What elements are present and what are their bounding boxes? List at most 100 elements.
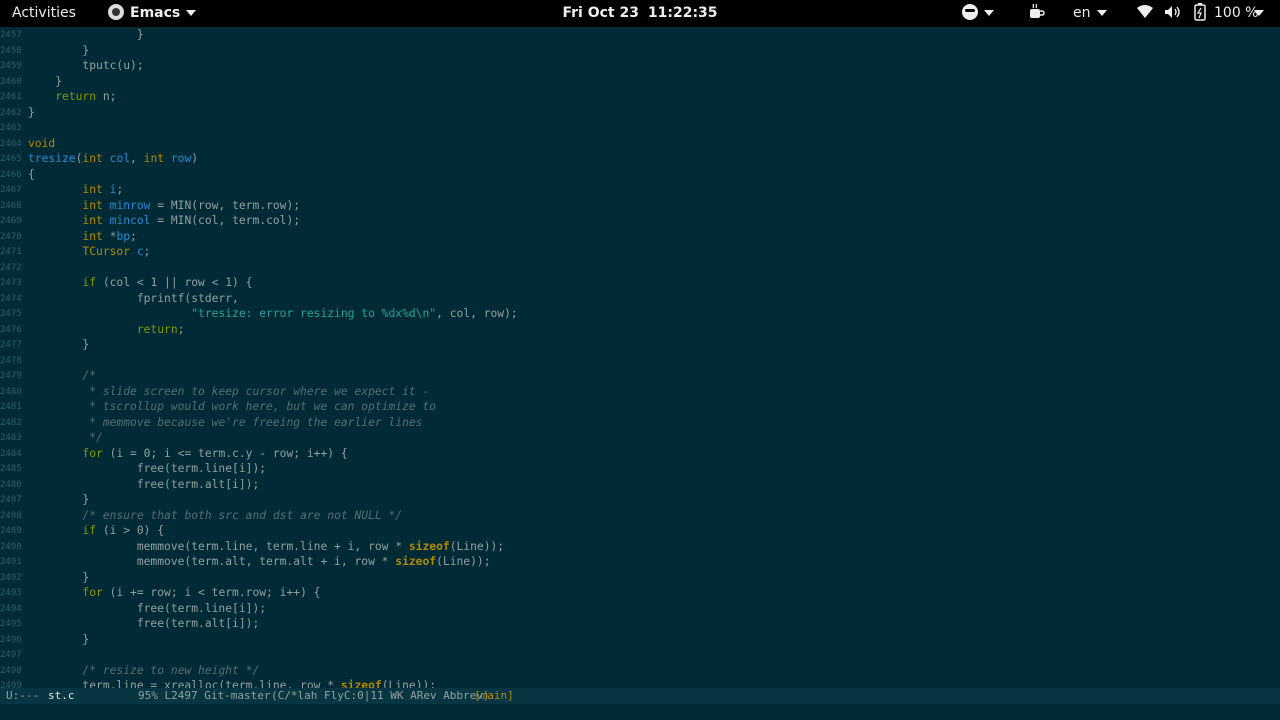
code-line[interactable]: 2466 { xyxy=(0,167,1280,183)
code-line[interactable]: 2491 memmove(term.alt, term.alt + i, row… xyxy=(0,554,1280,570)
token-plain: (Line)); xyxy=(381,679,437,688)
code-line[interactable]: 2463 xyxy=(0,120,1280,136)
code-line[interactable]: 2485 free(term.line[i]); xyxy=(0,461,1280,477)
code-line[interactable]: 2494 free(term.line[i]); xyxy=(0,601,1280,617)
token-plain: } xyxy=(28,338,90,351)
code-line[interactable]: 2479 /* xyxy=(0,368,1280,384)
line-number: 2469 xyxy=(0,216,22,226)
code-line[interactable]: 2468 int minrow = MIN(row, term.row); xyxy=(0,198,1280,214)
code-line[interactable]: 2492 } xyxy=(0,570,1280,586)
line-number: 2481 xyxy=(0,402,22,412)
code-line[interactable]: 2467 int i; xyxy=(0,182,1280,198)
buffer-name[interactable]: st.c xyxy=(48,688,75,704)
code-line[interactable]: 2493 for (i += row; i < term.row; i++) { xyxy=(0,585,1280,601)
code-line[interactable]: 2478 xyxy=(0,353,1280,369)
code-line[interactable]: 2465 tresize(int col, int row) xyxy=(0,151,1280,167)
code-text: * memmove because we're freeing the earl… xyxy=(28,415,422,431)
code-line[interactable]: 2474 fprintf(stderr, xyxy=(0,291,1280,307)
code-line[interactable]: 2462} xyxy=(0,105,1280,121)
system-menu-button[interactable] xyxy=(1254,0,1264,27)
token-plain: (col < 1 || row < 1) { xyxy=(96,276,253,289)
code-line[interactable]: 2498 /* resize to new height */ xyxy=(0,663,1280,679)
token-kw: if xyxy=(82,524,97,537)
code-text: } xyxy=(28,632,89,648)
code-line[interactable]: 2473 if (col < 1 || row < 1) { xyxy=(0,275,1280,291)
token-com: * slide screen to keep cursor where we e… xyxy=(89,384,430,398)
code-line[interactable]: 2495 free(term.alt[i]); xyxy=(0,616,1280,632)
code-line[interactable]: 2481 * tscrollup would work here, but we… xyxy=(0,399,1280,415)
token-plain: n; xyxy=(96,90,117,103)
code-text: fprintf(stderr, xyxy=(28,291,239,307)
line-number: 2477 xyxy=(0,340,22,350)
code-line[interactable]: 2476 return; xyxy=(0,322,1280,338)
battery-indicator[interactable] xyxy=(1194,0,1206,27)
code-line[interactable]: 2487 } xyxy=(0,492,1280,508)
volume-icon xyxy=(1165,6,1180,18)
token-plain: free(term.line[i]); xyxy=(28,601,267,615)
code-text: */ xyxy=(28,430,103,446)
token-plain: memmove(term.alt, term.alt + i, row * xyxy=(28,555,396,568)
code-line[interactable]: 2482 * memmove because we're freeing the… xyxy=(0,415,1280,431)
line-number: 2480 xyxy=(0,386,22,397)
token-plain: } xyxy=(28,493,90,506)
code-line[interactable]: 2460 } xyxy=(0,74,1280,90)
code-line[interactable]: 2486 free(term.alt[i]); xyxy=(0,477,1280,493)
line-number: 2487 xyxy=(0,495,22,505)
line-number: 2474 xyxy=(0,293,22,304)
coffee-indicator[interactable] xyxy=(1027,0,1045,27)
branch-name: main xyxy=(480,689,508,702)
code-line[interactable]: 2488 /* ensure that both src and dst are… xyxy=(0,508,1280,524)
code-line[interactable]: 2461 return n; xyxy=(0,89,1280,105)
code-text: free(term.line[i]); xyxy=(28,601,266,617)
code-line[interactable]: 2489 if (i > 0) { xyxy=(0,523,1280,539)
volume-indicator[interactable] xyxy=(1164,0,1182,27)
code-line[interactable]: 2499 term.line = xrealloc(term.line, row… xyxy=(0,678,1280,688)
token-op: sizeof xyxy=(395,555,437,568)
token-var: c xyxy=(136,245,144,258)
language-indicator[interactable]: en xyxy=(1073,0,1107,27)
line-number: 2465 xyxy=(0,154,22,164)
code-text: memmove(term.line, term.line + i, row * … xyxy=(28,539,504,555)
line-number: 2472 xyxy=(0,262,22,273)
code-line[interactable]: 2483 */ xyxy=(0,430,1280,446)
code-line[interactable]: 2496 } xyxy=(0,632,1280,648)
clock-day: Fri Oct 23 xyxy=(562,5,639,21)
code-line[interactable]: 2490 memmove(term.line, term.line + i, r… xyxy=(0,539,1280,555)
code-line[interactable]: 2470 int *bp; xyxy=(0,229,1280,245)
code-line[interactable]: 2457 } xyxy=(0,27,1280,43)
mode-list[interactable]: (C/*lah FlyC:0|11 WK ARev Abbrev) xyxy=(271,688,490,704)
code-text: for (i = 0; i <= term.c.y - row; i++) { xyxy=(28,446,347,462)
code-line[interactable]: 2464 void xyxy=(0,136,1280,152)
code-line[interactable]: 2484 for (i = 0; i <= term.c.y - row; i+… xyxy=(0,446,1280,462)
wifi-indicator[interactable] xyxy=(1137,0,1153,27)
emoji-indicator[interactable] xyxy=(962,0,994,27)
minibuffer[interactable] xyxy=(0,704,1280,720)
code-line[interactable]: 2472 xyxy=(0,260,1280,276)
code-line[interactable]: 2475 "tresize: error resizing to %dx%d\n… xyxy=(0,306,1280,322)
code-editor[interactable]: 2457 } 2458 } 2459 tputc(u); 2460 } 2461 ret… xyxy=(0,27,1280,688)
token-plain: = MIN(row, term.row); xyxy=(150,198,301,212)
code-line[interactable]: 2497 xyxy=(0,647,1280,663)
code-line[interactable]: 2471 TCursor c; xyxy=(0,244,1280,260)
code-line[interactable]: 2458 } xyxy=(0,43,1280,59)
code-line[interactable]: 2459 tputc(u); xyxy=(0,58,1280,74)
code-line[interactable]: 2480 * slide screen to keep cursor where… xyxy=(0,384,1280,400)
code-text: * tscrollup would work here, but we can … xyxy=(28,399,436,415)
line-number: 2459 xyxy=(0,61,22,71)
line-number: 2494 xyxy=(0,603,22,614)
line-number: 2491 xyxy=(0,557,22,567)
code-text: } xyxy=(28,74,62,90)
code-line[interactable]: 2469 int mincol = MIN(col, term.col); xyxy=(0,213,1280,229)
line-number: 2458 xyxy=(0,45,22,56)
line-number: 2479 xyxy=(0,371,22,381)
code-line[interactable]: 2477 } xyxy=(0,337,1280,353)
token-plain: (Line)); xyxy=(436,555,491,568)
line-number: 2468 xyxy=(0,200,22,211)
